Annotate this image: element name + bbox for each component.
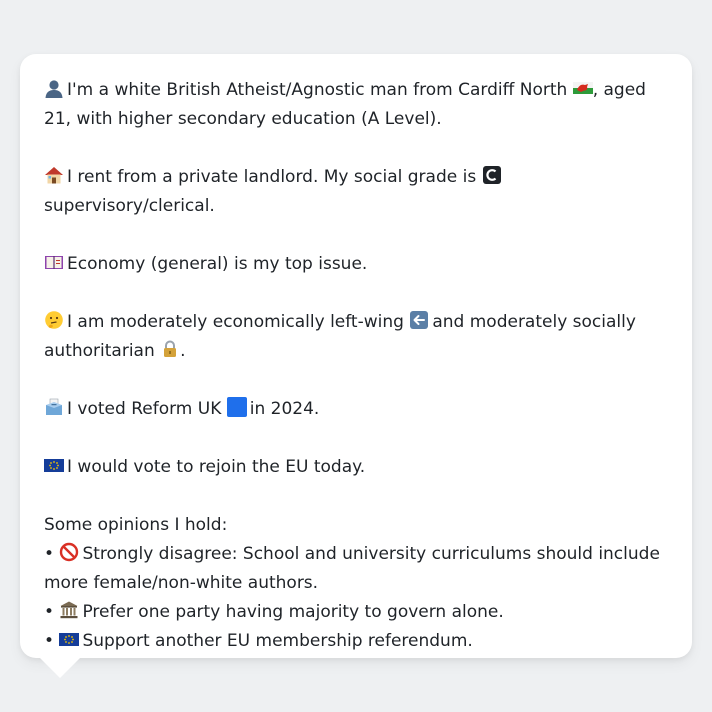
house-icon — [45, 167, 63, 184]
opinions-list: • Strongly disagree: School and universi… — [44, 540, 668, 656]
issue-line: Economy (general) is my top issue. — [44, 250, 668, 279]
opinion-item: • Strongly disagree: School and universi… — [44, 540, 668, 598]
issue-text: Economy (general) is my top issue. — [67, 254, 368, 274]
classical-building-icon — [60, 601, 78, 619]
bullet: • — [44, 544, 55, 564]
no-entry-icon — [60, 542, 79, 562]
vote-text-after: in 2024. — [249, 399, 320, 419]
letter-c-icon — [482, 166, 501, 184]
opinion-text: Support another EU membership referendum… — [82, 631, 473, 651]
identity-line: I'm a white British Atheist/Agnostic man… — [44, 76, 668, 134]
eu-line: I would vote to rejoin the EU today. — [44, 453, 668, 482]
opinion-item: • Support another EU membership referend… — [44, 627, 668, 656]
thinking-face-icon — [45, 311, 63, 329]
opinions-heading: Some opinions I hold: — [44, 515, 228, 535]
vote-line: I voted Reform UK in 2024. — [44, 395, 668, 424]
ideology-text-after: . — [180, 341, 186, 361]
bullet: • — [44, 602, 55, 622]
opinion-item: • Prefer one party having majority to go… — [44, 598, 668, 627]
ideology-line: I am moderately economically left-wing a… — [44, 308, 668, 366]
left-arrow-icon — [410, 311, 429, 329]
person-silhouette-icon — [45, 80, 63, 98]
bullet: • — [44, 631, 55, 651]
opinion-text: Strongly disagree: School and university… — [44, 544, 660, 593]
housing-text-after: supervisory/clerical. — [44, 196, 215, 216]
vote-text-before: I voted Reform UK — [67, 399, 222, 419]
ideology-text-before: I am moderately economically left-wing — [67, 312, 404, 332]
eu-flag-icon — [59, 633, 80, 646]
wales-flag-icon — [572, 82, 593, 94]
blue-square-icon — [226, 397, 247, 417]
ballot-box-icon — [46, 398, 62, 415]
identity-text-before: I'm a white British Atheist/Agnostic man… — [67, 80, 568, 100]
eu-flag-icon — [44, 459, 64, 472]
lock-icon — [164, 340, 177, 357]
housing-text-before: I rent from a private landlord. My socia… — [67, 167, 477, 187]
opinion-text: Prefer one party having majority to gove… — [82, 602, 504, 622]
housing-line: I rent from a private landlord. My socia… — [44, 163, 668, 221]
eu-text: I would vote to rejoin the EU today. — [67, 457, 366, 477]
message-bubble: I'm a white British Atheist/Agnostic man… — [20, 54, 692, 658]
bubble-tail — [40, 658, 80, 678]
ledger-icon — [45, 256, 63, 269]
